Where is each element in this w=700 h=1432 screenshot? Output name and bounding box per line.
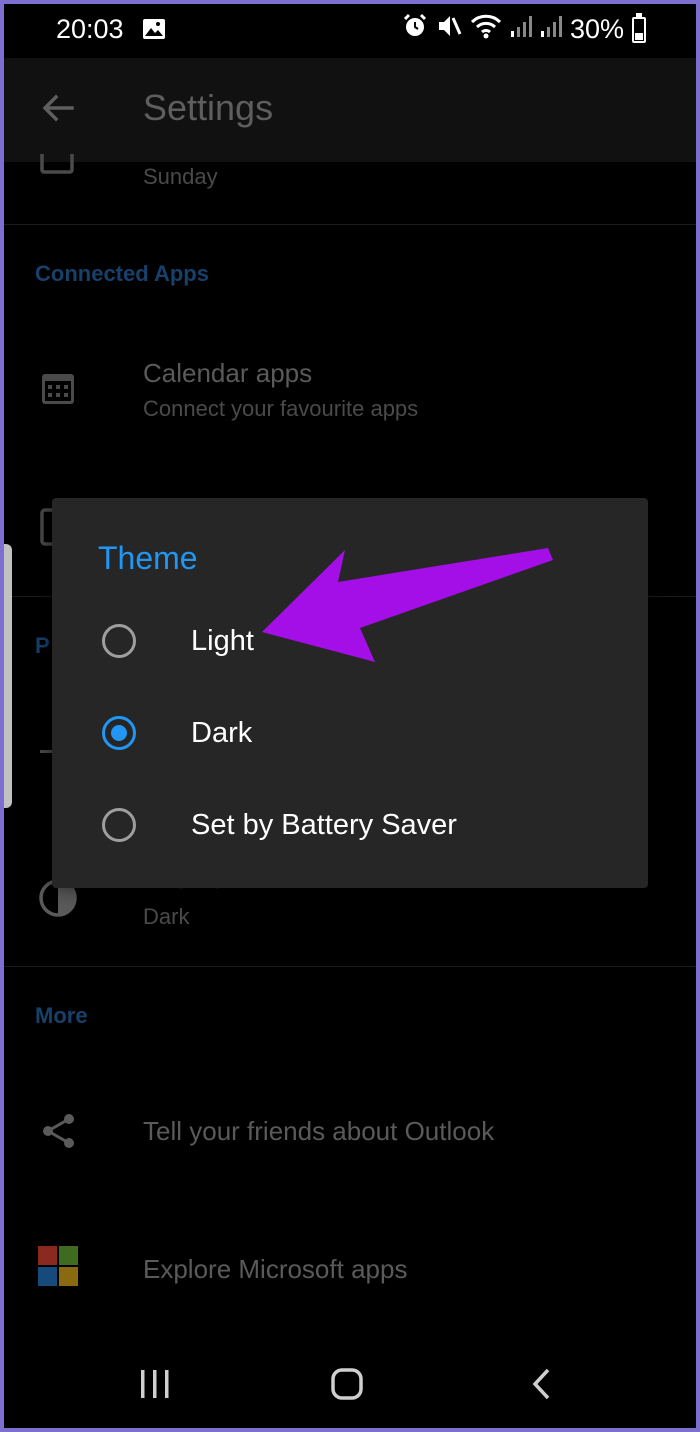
calendar-apps-subtitle: Connect your favourite apps	[143, 396, 419, 421]
theme-option-light[interactable]: Light	[52, 598, 648, 690]
divider	[4, 224, 696, 225]
app-bar: Settings	[4, 58, 696, 162]
option-label-light: Light	[191, 625, 254, 657]
calendar-icon	[40, 370, 76, 411]
theme-option-battery-saver[interactable]: Set by Battery Saver	[52, 782, 648, 874]
radio-light[interactable]	[102, 624, 136, 658]
theme-option-dark[interactable]: Dark	[52, 690, 648, 782]
recents-icon[interactable]	[138, 1364, 172, 1409]
theme-dialog: Theme Light Dark Set by Battery Saver	[52, 498, 648, 888]
battery-icon	[632, 12, 646, 43]
home-icon[interactable]	[328, 1364, 368, 1409]
option-label-battery-saver: Set by Battery Saver	[191, 809, 457, 841]
section-header-connected-apps: Connected Apps	[35, 261, 209, 286]
battery-percent: 30%	[569, 14, 624, 44]
nav-back-icon[interactable]	[528, 1364, 558, 1409]
wifi-icon	[470, 13, 502, 46]
status-icons: 30%	[402, 12, 646, 46]
option-label-dark: Dark	[191, 717, 253, 749]
share-icon	[40, 1112, 78, 1155]
gallery-icon	[142, 17, 166, 46]
microsoft-logo-icon	[38, 1246, 78, 1291]
divider	[4, 966, 696, 967]
radio-dark[interactable]	[102, 716, 136, 750]
dialog-title: Theme	[98, 540, 198, 576]
status-time: 20:03	[56, 14, 124, 44]
radio-battery-saver[interactable]	[102, 808, 136, 842]
calendar-icon	[40, 142, 76, 181]
signal-icon	[540, 13, 562, 46]
week-start-value[interactable]: Sunday	[143, 164, 218, 190]
signal-icon	[510, 13, 532, 46]
calendar-apps-title: Calendar apps	[143, 358, 313, 388]
explore-apps-label: Explore Microsoft apps	[143, 1254, 408, 1284]
mute-icon	[436, 13, 462, 46]
section-header-more: More	[35, 1003, 88, 1028]
phone-screen: 20:03 30% Settings Sunday Connected Apps…	[4, 4, 696, 1428]
status-bar: 20:03 30%	[4, 4, 696, 58]
page-title: Settings	[143, 87, 274, 128]
edge-panel-handle[interactable]	[4, 544, 12, 808]
alarm-icon	[402, 13, 428, 46]
navigation-bar	[4, 1344, 696, 1428]
back-arrow-icon[interactable]	[38, 88, 78, 133]
theme-row-value: Dark	[143, 904, 190, 929]
section-header-partial: P	[35, 633, 50, 658]
tell-friends-label: Tell your friends about Outlook	[143, 1116, 495, 1146]
